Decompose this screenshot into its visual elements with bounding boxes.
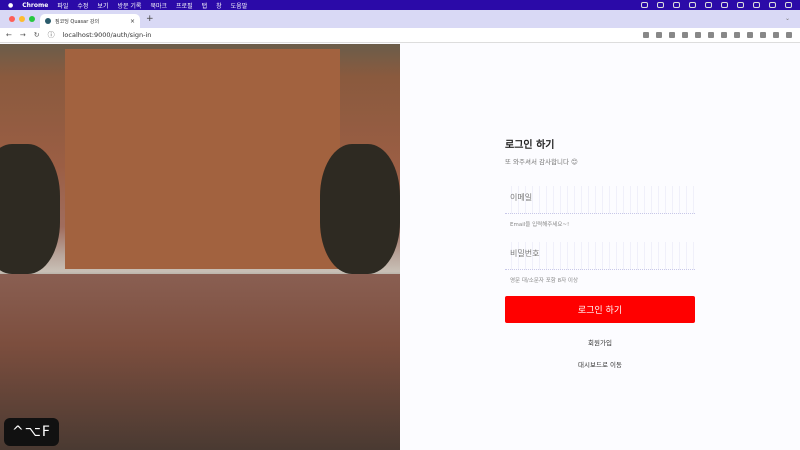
extension-icon[interactable]: [695, 32, 701, 38]
email-field[interactable]: 이메일: [505, 186, 695, 214]
extension-icon[interactable]: [708, 32, 714, 38]
more-icon[interactable]: [786, 32, 792, 38]
menu-tab[interactable]: 탭: [202, 1, 208, 10]
extension-icon[interactable]: [682, 32, 688, 38]
password-hint: 영문 대/소문자 포함 8자 이상: [510, 278, 579, 284]
zoom-icon[interactable]: [643, 32, 649, 38]
forward-button[interactable]: →: [20, 31, 26, 39]
search-icon[interactable]: [753, 2, 760, 8]
star-icon[interactable]: [669, 32, 675, 38]
menu-view[interactable]: 보기: [97, 1, 108, 10]
puzzle-icon[interactable]: [747, 32, 753, 38]
input-icon[interactable]: [737, 2, 744, 8]
battery-icon[interactable]: [705, 2, 712, 8]
close-window-icon[interactable]: [9, 16, 15, 22]
address-bar-row: ← → ↻ ⓘ localhost:9000/auth/sign-in: [0, 28, 800, 43]
chevron-down-icon[interactable]: ⌄: [785, 15, 790, 22]
tree-image: [320, 144, 400, 274]
status-icons: [641, 2, 800, 8]
menu-bookmarks[interactable]: 북마크: [150, 1, 167, 10]
back-button[interactable]: ←: [6, 31, 12, 39]
window-controls: [9, 16, 35, 22]
status-icon[interactable]: [689, 2, 696, 8]
share-icon[interactable]: [656, 32, 662, 38]
menu-history[interactable]: 방문 기록: [117, 1, 141, 10]
building-image: [65, 49, 340, 269]
password-field[interactable]: 비밀번호: [505, 242, 695, 270]
browser-tab[interactable]: 짐코딩 Quasar 강의 ×: [40, 14, 140, 28]
status-icon[interactable]: [657, 2, 664, 8]
extensions: [643, 32, 800, 38]
login-button[interactable]: 로그인 하기: [505, 296, 695, 323]
mac-menubar: ● Chrome 파일 수정 보기 방문 기록 북마크 프로필 탭 창 도움말: [0, 0, 800, 10]
tree-image: [0, 144, 60, 274]
tab-bar: 짐코딩 Quasar 강의 × + ⌄: [0, 10, 800, 28]
menu-profile[interactable]: 프로필: [176, 1, 193, 10]
status-icon[interactable]: [673, 2, 680, 8]
url-input[interactable]: localhost:9000/auth/sign-in: [63, 31, 152, 39]
dashboard-link[interactable]: 대시보드로 이동: [505, 359, 695, 369]
tab-title: 짐코딩 Quasar 강의: [55, 18, 100, 25]
control-center-icon[interactable]: [769, 2, 776, 8]
reload-button[interactable]: ↻: [34, 31, 40, 39]
subtitle: 또 와주셔서 감사합니다 😊: [505, 158, 578, 166]
profile-icon[interactable]: [773, 32, 779, 38]
signup-link[interactable]: 회원가입: [505, 337, 695, 347]
menu-help[interactable]: 도움말: [231, 1, 248, 10]
menu-window[interactable]: 창: [216, 1, 222, 10]
login-form: 로그인 하기 또 와주셔서 감사합니다 😊 이메일 Email을 입력해주세요~…: [505, 136, 695, 369]
siri-icon[interactable]: [785, 2, 792, 8]
wifi-icon[interactable]: [721, 2, 728, 8]
apple-icon[interactable]: ●: [8, 2, 13, 9]
close-tab-icon[interactable]: ×: [130, 18, 135, 25]
shortcut-overlay: ^⌥F: [4, 418, 59, 446]
email-hint: Email을 입력해주세요~!: [510, 222, 570, 228]
sidebar-icon[interactable]: [760, 32, 766, 38]
building-photo: [0, 44, 400, 450]
new-tab-button[interactable]: +: [146, 14, 154, 24]
minimize-window-icon[interactable]: [19, 16, 25, 22]
status-icon[interactable]: [641, 2, 648, 8]
menu-edit[interactable]: 수정: [77, 1, 88, 10]
water-reflection: [0, 274, 400, 450]
extension-icon[interactable]: [734, 32, 740, 38]
menu-app[interactable]: Chrome: [22, 2, 48, 9]
site-info-icon[interactable]: ⓘ: [48, 30, 55, 40]
favicon-icon: [45, 18, 51, 24]
menu-file[interactable]: 파일: [57, 1, 68, 10]
page-title: 로그인 하기: [505, 140, 555, 151]
extension-icon[interactable]: [721, 32, 727, 38]
maximize-window-icon[interactable]: [29, 16, 35, 22]
